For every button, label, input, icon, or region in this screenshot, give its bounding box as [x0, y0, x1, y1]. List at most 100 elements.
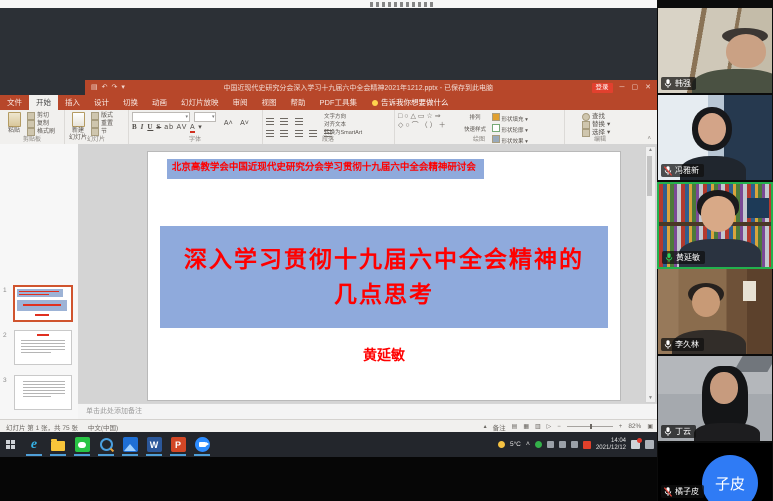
close-button[interactable]: ✕: [645, 80, 651, 95]
slide-sorter-icon[interactable]: ▦: [523, 423, 529, 430]
slide-header-textbox[interactable]: 北京高教学会中国近现代史研究分会学习贯彻十九届六中全会精神研讨会: [167, 159, 484, 179]
chevron-up-icon[interactable]: ▴: [484, 423, 487, 430]
save-icon[interactable]: ▤: [91, 80, 98, 95]
replace-button[interactable]: 替换 ▾: [582, 121, 610, 129]
notes-pane[interactable]: 单击此处添加备注: [78, 403, 657, 419]
slide-canvas[interactable]: 北京高教学会中国近现代史研究分会学习贯彻十九届六中全会精神研讨会 深入学习贯彻十…: [148, 152, 620, 400]
notification-center-icon[interactable]: [631, 440, 640, 449]
taskbar-photos[interactable]: [118, 432, 142, 457]
tab-slideshow[interactable]: 幻灯片放映: [174, 95, 226, 110]
tray-green-icon[interactable]: [535, 441, 542, 448]
undo-icon[interactable]: ↶: [102, 80, 108, 95]
zoom-out-icon[interactable]: −: [557, 424, 561, 430]
find-button[interactable]: 查找: [582, 113, 610, 121]
slide-thumbnail-2[interactable]: [14, 330, 72, 365]
tab-review[interactable]: 审阅: [226, 95, 255, 110]
zoom-level[interactable]: 82%: [628, 423, 641, 430]
character-spacing-icon[interactable]: AV: [177, 124, 188, 131]
video-tile-hanqiang[interactable]: 韩强: [658, 8, 772, 93]
text-shadow-icon[interactable]: ab: [164, 124, 174, 131]
taskbar-wechat[interactable]: [70, 432, 94, 457]
italic-icon[interactable]: I: [141, 123, 145, 131]
hidden-icons-chevron[interactable]: ˄: [526, 441, 530, 448]
minimize-button[interactable]: ─: [620, 80, 625, 95]
chevron-down-icon[interactable]: ▾: [198, 124, 203, 131]
collapse-ribbon-icon[interactable]: ˄: [647, 136, 651, 142]
copy-button[interactable]: 复制: [27, 120, 55, 128]
taskbar-word[interactable]: W: [142, 432, 166, 457]
taskbar-clock[interactable]: 14:04 2021/12/12: [596, 438, 626, 452]
start-button[interactable]: [0, 432, 22, 457]
scroll-up-icon[interactable]: ▲: [648, 147, 653, 153]
font-family-select[interactable]: ▾: [132, 112, 190, 122]
tab-insert[interactable]: 插入: [58, 95, 87, 110]
scrollbar-thumb[interactable]: [647, 156, 652, 196]
paragraph-group: 文字方向 对齐文本 转换为SmartArt 段落: [262, 110, 395, 144]
shapes-gallery[interactable]: □○△▭☆⇒◇○⌒（）＋: [398, 112, 456, 130]
slide-author-textbox[interactable]: 黄延敏: [148, 345, 620, 365]
bold-icon[interactable]: B: [132, 123, 138, 131]
tab-help[interactable]: 帮助: [284, 95, 313, 110]
zoom-slider[interactable]: [567, 426, 613, 427]
scroll-down-icon[interactable]: ▼: [646, 395, 655, 402]
taskbar-powerpoint[interactable]: P: [166, 432, 190, 457]
tab-file[interactable]: 文件: [0, 95, 29, 110]
video-tile-fengyaxin[interactable]: 冯雅新: [658, 95, 772, 180]
action-center-icon[interactable]: [645, 440, 654, 449]
taskbar-file-explorer[interactable]: [46, 432, 70, 457]
tab-animations[interactable]: 动画: [145, 95, 174, 110]
slide-thumbnail-3[interactable]: [14, 375, 72, 410]
font-size-select[interactable]: ▾: [194, 112, 216, 122]
tray-icon[interactable]: [571, 441, 578, 448]
slide-thumbnail-1[interactable]: [13, 285, 73, 322]
slideshow-icon[interactable]: ▷: [547, 423, 552, 430]
language-indicator[interactable]: 中文(中国): [88, 422, 118, 432]
zoom-in-icon[interactable]: +: [619, 424, 623, 430]
strikethrough-icon[interactable]: S: [156, 123, 161, 131]
sogou-input-icon[interactable]: [583, 441, 591, 449]
taskbar-meeting-app[interactable]: [190, 432, 214, 457]
slide-thumbnail-panel[interactable]: 1 2 3 4: [0, 144, 79, 419]
title-line-2: 几点思考: [160, 277, 608, 313]
video-tile-juzipi[interactable]: 子皮 橘子皮: [658, 443, 772, 501]
tab-design[interactable]: 设计: [87, 95, 116, 110]
shape-fill-button[interactable]: 形状填充 ▾: [492, 113, 528, 124]
taskbar-ie[interactable]: e: [22, 432, 46, 457]
maximize-button[interactable]: ▢: [632, 80, 639, 95]
vertical-scrollbar[interactable]: ▲ ▼: [645, 146, 656, 403]
video-tile-dingyun[interactable]: 丁云: [658, 356, 772, 441]
weather-icon[interactable]: [498, 441, 505, 448]
paste-button[interactable]: 粘贴: [4, 112, 24, 134]
normal-view-icon[interactable]: ▤: [512, 423, 518, 430]
fit-to-window-icon[interactable]: ▣: [647, 423, 653, 430]
cut-button[interactable]: 剪切: [27, 112, 55, 120]
notes-toggle-button[interactable]: 备注: [493, 422, 506, 432]
tab-home[interactable]: 开始: [29, 95, 58, 110]
video-tile-lijiulin[interactable]: 李久林: [658, 269, 772, 354]
reset-button[interactable]: 重置: [91, 120, 113, 128]
align-text-button[interactable]: 对齐文本: [324, 121, 362, 129]
underline-icon[interactable]: U: [147, 123, 153, 131]
redo-icon[interactable]: ↷: [112, 80, 118, 95]
video-tile-huangyanmin-active-speaker[interactable]: 黄延敏: [657, 182, 773, 269]
quick-access-toolbar[interactable]: ▤ ↶ ↷ ▾: [91, 80, 125, 95]
temperature[interactable]: 5°C: [510, 441, 521, 448]
slide-title-textbox[interactable]: 深入学习贯彻十九届六中全会精神的 几点思考: [160, 226, 608, 328]
zoom-knob[interactable]: [590, 424, 592, 429]
quick-styles-button[interactable]: 快速样式: [460, 125, 490, 133]
sign-in-badge[interactable]: 登录: [592, 83, 613, 93]
font-color-icon[interactable]: A: [190, 124, 195, 133]
arrange-button[interactable]: 排列: [460, 113, 490, 121]
tab-transitions[interactable]: 切换: [116, 95, 145, 110]
tell-me-box[interactable]: 告诉我你想要做什么: [364, 95, 457, 110]
tab-pdf-tools[interactable]: PDF工具集: [313, 95, 365, 110]
layout-button[interactable]: 版式: [91, 112, 113, 120]
grow-font-icon[interactable]: A˄: [224, 120, 233, 127]
taskbar-search-browser[interactable]: [94, 432, 118, 457]
tray-icon[interactable]: [547, 441, 554, 448]
text-direction-button[interactable]: 文字方向: [324, 113, 362, 121]
tab-view[interactable]: 视图: [255, 95, 284, 110]
shrink-font-icon[interactable]: A˅: [240, 120, 249, 127]
reading-view-icon[interactable]: ▥: [535, 423, 541, 430]
tray-icon[interactable]: [559, 441, 566, 448]
